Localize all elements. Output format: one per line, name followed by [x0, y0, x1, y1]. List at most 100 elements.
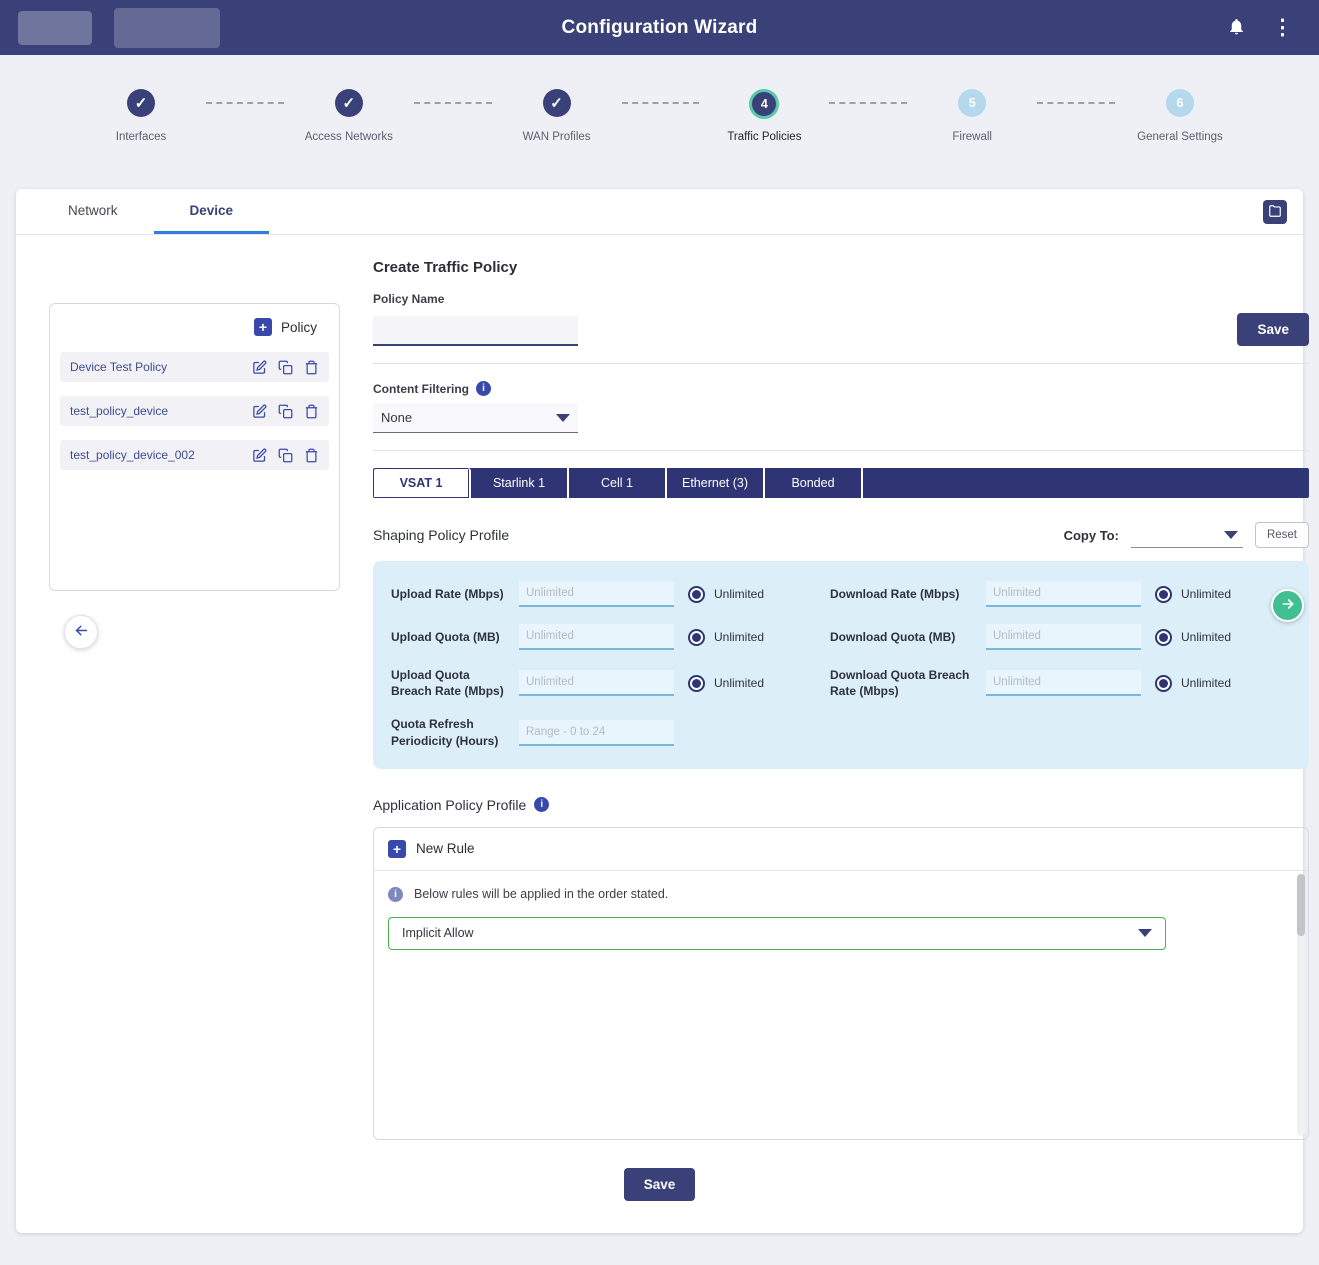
- shaping-profile-title: Shaping Policy Profile: [373, 527, 509, 543]
- main-card: Network Device + Policy Device Test Poli…: [16, 189, 1303, 1233]
- delete-policy-button[interactable]: [304, 404, 319, 419]
- upload-quota-breach-unlimited-radio[interactable]: Unlimited: [688, 675, 816, 692]
- download-quota-input[interactable]: [986, 624, 1141, 650]
- content-filtering-value: None: [381, 410, 412, 425]
- folder-icon: [1268, 204, 1282, 221]
- download-rate-unlimited-radio[interactable]: Unlimited: [1155, 586, 1265, 603]
- new-rule-label: New Rule: [416, 841, 475, 856]
- page-title: Configuration Wizard: [562, 17, 758, 39]
- save-button[interactable]: Save: [1237, 313, 1309, 346]
- step-traffic-policies[interactable]: 4 Traffic Policies: [699, 89, 829, 143]
- overflow-menu-button[interactable]: ⋮: [1272, 17, 1293, 38]
- content-filtering-select[interactable]: None: [373, 403, 578, 433]
- radio-label: Unlimited: [1181, 676, 1231, 690]
- edit-icon: [252, 448, 267, 463]
- radio-label: Unlimited: [1181, 630, 1231, 644]
- upload-rate-input[interactable]: [519, 581, 674, 607]
- scope-tabs: Network Device: [16, 189, 1303, 235]
- tab-starlink-1[interactable]: Starlink 1: [471, 468, 569, 498]
- radio-icon: [688, 675, 705, 692]
- tab-device[interactable]: Device: [154, 189, 270, 234]
- download-rate-input[interactable]: [986, 581, 1141, 607]
- radio-icon: [1155, 586, 1172, 603]
- plus-icon: +: [388, 840, 406, 858]
- tab-ethernet-3[interactable]: Ethernet (3): [667, 468, 765, 498]
- copy-policy-button[interactable]: [278, 404, 293, 419]
- radio-label: Unlimited: [714, 587, 764, 601]
- check-icon: ✓: [135, 94, 148, 112]
- divider: [373, 450, 1309, 451]
- download-quota-unlimited-radio[interactable]: Unlimited: [1155, 629, 1265, 646]
- back-arrow-icon: [73, 622, 90, 642]
- step-connector: [1037, 102, 1115, 104]
- new-rule-button[interactable]: + New Rule: [374, 828, 1308, 871]
- step-label: Access Networks: [305, 131, 393, 143]
- step-connector: [829, 102, 907, 104]
- rules-list: i Below rules will be applied in the ord…: [374, 871, 1308, 1139]
- download-quota-breach-unlimited-radio[interactable]: Unlimited: [1155, 675, 1265, 692]
- copy-policy-button[interactable]: [278, 360, 293, 375]
- delete-icon: [304, 404, 319, 419]
- policy-list-item[interactable]: test_policy_device: [60, 396, 329, 426]
- divider: [373, 363, 1309, 364]
- download-quota-breach-rate-input[interactable]: [986, 670, 1141, 696]
- step-connector: [414, 102, 492, 104]
- tab-bonded[interactable]: Bonded: [765, 468, 863, 498]
- step-access-networks[interactable]: ✓ Access Networks: [284, 89, 414, 143]
- step-circle: 4: [749, 89, 779, 119]
- back-button[interactable]: [64, 615, 98, 649]
- rule-implicit-allow[interactable]: Implicit Allow: [388, 917, 1166, 950]
- step-wan-profiles[interactable]: ✓ WAN Profiles: [492, 89, 622, 143]
- save-button-footer[interactable]: Save: [624, 1168, 696, 1201]
- info-icon: i: [388, 887, 403, 902]
- rules-info-text: Below rules will be applied in the order…: [414, 887, 668, 901]
- info-icon[interactable]: i: [534, 797, 549, 812]
- account-info-block: [114, 8, 220, 48]
- application-rules-card: + New Rule i Below rules will be applied…: [373, 827, 1309, 1140]
- step-circle: ✓: [127, 89, 155, 117]
- info-icon[interactable]: i: [476, 381, 491, 396]
- copy-icon: [278, 448, 293, 463]
- radio-label: Unlimited: [714, 676, 764, 690]
- policy-list-item[interactable]: test_policy_device_002: [60, 440, 329, 470]
- step-interfaces[interactable]: ✓ Interfaces: [76, 89, 206, 143]
- copy-policy-button[interactable]: [278, 448, 293, 463]
- add-policy-button[interactable]: + Policy: [60, 318, 329, 336]
- step-general-settings[interactable]: 6 General Settings: [1115, 89, 1245, 143]
- policy-list-panel: + Policy Device Test Policy test_policy_…: [49, 303, 340, 591]
- copy-icon: [278, 360, 293, 375]
- next-interface-button[interactable]: [1271, 589, 1304, 622]
- delete-policy-button[interactable]: [304, 360, 319, 375]
- edit-policy-button[interactable]: [252, 360, 267, 375]
- tab-network[interactable]: Network: [32, 189, 154, 234]
- step-connector: [206, 102, 284, 104]
- edit-icon: [252, 404, 267, 419]
- tab-cell-1[interactable]: Cell 1: [569, 468, 667, 498]
- radio-label: Unlimited: [1181, 587, 1231, 601]
- policy-list-item[interactable]: Device Test Policy: [60, 352, 329, 382]
- tab-vsat-1[interactable]: VSAT 1: [373, 468, 471, 498]
- wizard-stepper: ✓ Interfaces ✓ Access Networks ✓ WAN Pro…: [0, 55, 1319, 177]
- upload-quota-breach-rate-input[interactable]: [519, 670, 674, 696]
- reset-button[interactable]: Reset: [1255, 522, 1309, 548]
- rule-name: Implicit Allow: [402, 926, 474, 940]
- app-header: Configuration Wizard ⋮: [0, 0, 1319, 55]
- forward-arrow-icon: [1280, 596, 1296, 615]
- radio-label: Unlimited: [714, 630, 764, 644]
- upload-quota-breach-rate-label: Upload Quota Breach Rate (Mbps): [391, 667, 505, 699]
- scrollbar[interactable]: [1297, 874, 1305, 1136]
- notifications-button[interactable]: [1227, 17, 1246, 39]
- scrollbar-thumb[interactable]: [1297, 874, 1305, 936]
- delete-policy-button[interactable]: [304, 448, 319, 463]
- edit-policy-button[interactable]: [252, 404, 267, 419]
- copy-to-select[interactable]: [1131, 522, 1243, 548]
- upload-quota-input[interactable]: [519, 624, 674, 650]
- quota-refresh-periodicity-input[interactable]: [519, 720, 674, 746]
- policy-name-input[interactable]: [373, 316, 578, 346]
- edit-policy-button[interactable]: [252, 448, 267, 463]
- upload-quota-unlimited-radio[interactable]: Unlimited: [688, 629, 816, 646]
- open-window-button[interactable]: [1263, 200, 1287, 224]
- chevron-down-icon: [1224, 531, 1238, 539]
- step-firewall[interactable]: 5 Firewall: [907, 89, 1037, 143]
- upload-rate-unlimited-radio[interactable]: Unlimited: [688, 586, 816, 603]
